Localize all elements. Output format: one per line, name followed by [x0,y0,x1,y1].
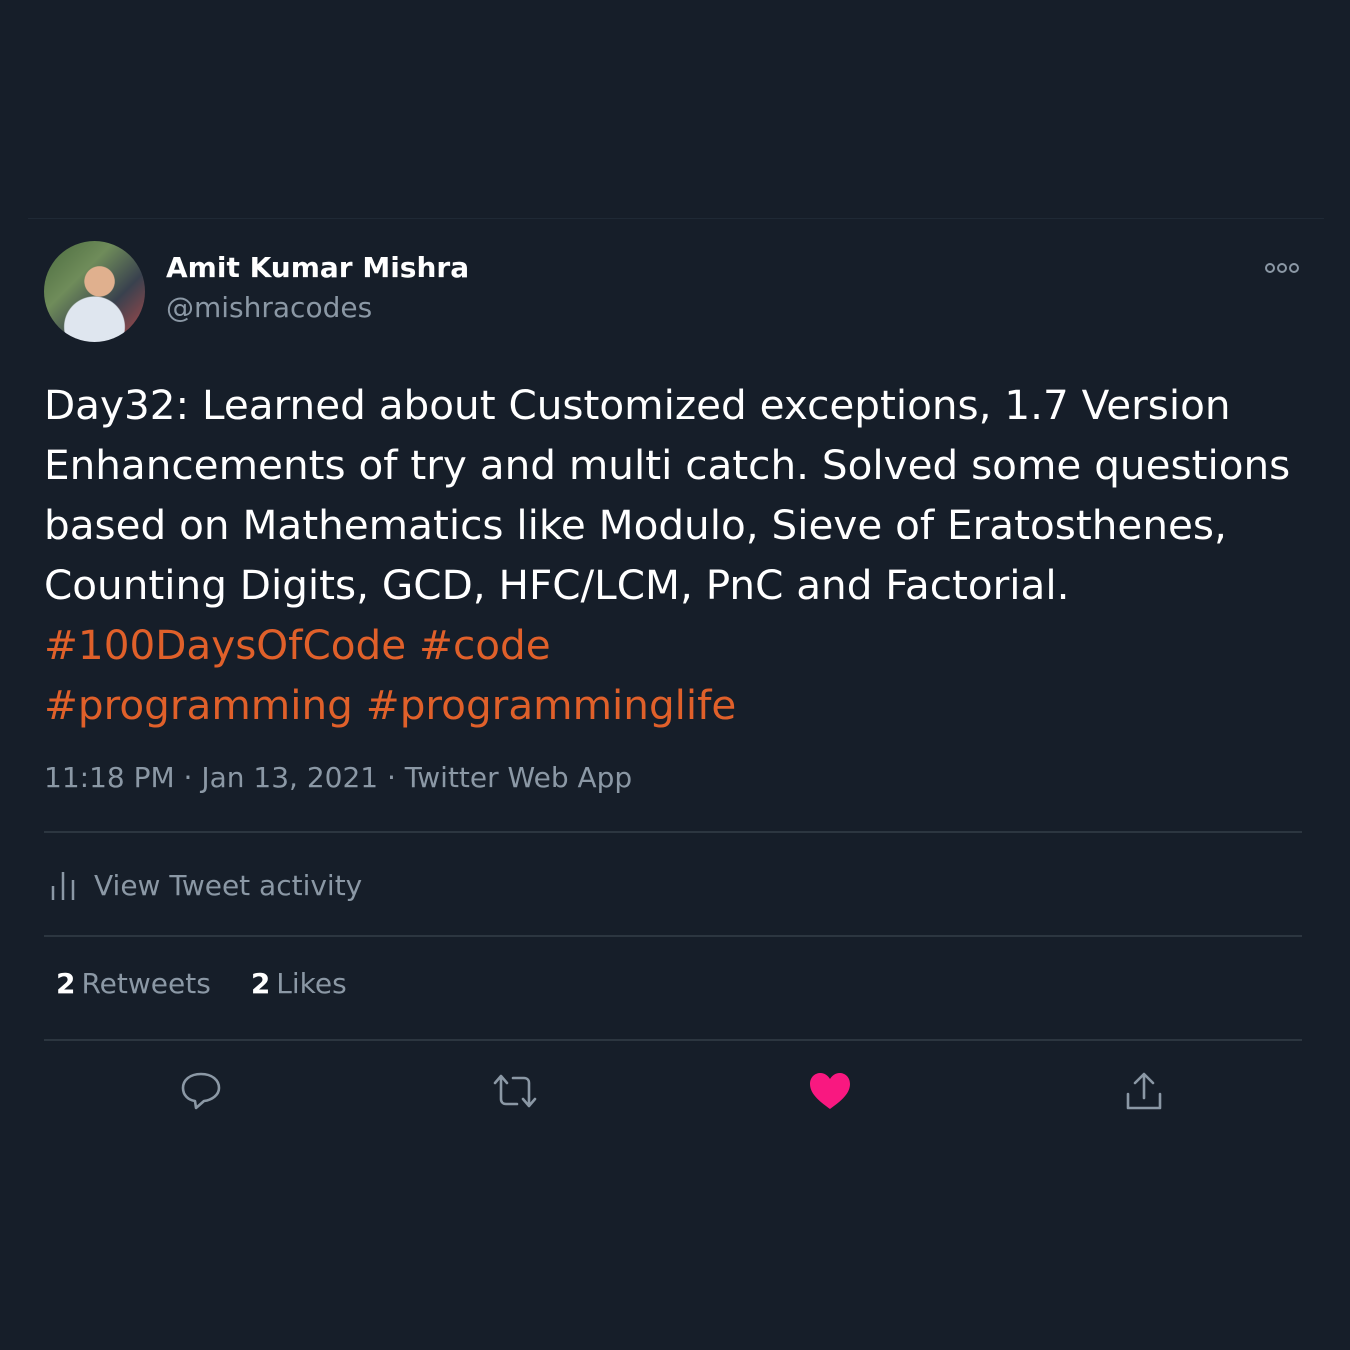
retweets-count: 2 [56,967,76,1000]
likes-label: Likes [276,967,347,1000]
hashtag-line: #100DaysOfCode #code [44,615,1304,675]
retweets-stat[interactable]: 2 Retweets [56,967,211,1000]
retweets-label: Retweets [81,967,211,1000]
hashtag-programming[interactable]: #programming [44,681,353,729]
hashtag-line: #programming #programminglife [44,675,1304,735]
hashtag-programminglife[interactable]: #programminglife [366,681,737,729]
tweet-text-line: Counting Digits, GCD, HFC/LCM, PnC and F… [44,561,1070,609]
divider [44,831,1302,833]
like-button[interactable] [806,1067,854,1115]
share-upload-icon [1126,1072,1162,1110]
tweet-source[interactable]: Twitter Web App [405,761,632,794]
share-button[interactable] [1120,1067,1168,1115]
avatar[interactable] [44,241,145,342]
view-tweet-activity-label: View Tweet activity [94,868,363,902]
hashtag-code[interactable]: #code [419,621,551,669]
tweet-text-line: Day32: Learned about Customized exceptio… [44,381,1231,429]
reply-button[interactable] [177,1067,225,1115]
meta-separator: · [378,761,405,794]
hashtag-100daysofcode[interactable]: #100DaysOfCode [44,621,406,669]
divider [44,935,1302,937]
tweet-text: Day32: Learned about Customized exceptio… [44,375,1304,735]
tweet-stats: 2 Retweets 2 Likes [56,967,387,1000]
author-name[interactable]: Amit Kumar Mishra [166,251,469,284]
bar-chart-icon [51,872,75,900]
view-tweet-activity-link[interactable]: View Tweet activity [50,863,362,907]
speech-bubble-icon [181,1072,221,1110]
retweet-arrows-icon [493,1074,537,1108]
more-options-button[interactable] [1264,259,1300,277]
more-icon [1265,263,1299,273]
tweet-text-line: Enhancements of try and multi catch. Sol… [44,441,1291,489]
meta-separator: · [174,761,202,794]
author-handle[interactable]: @mishracodes [166,291,372,324]
likes-count: 2 [250,967,271,1000]
likes-stat[interactable]: 2 Likes [251,967,347,1000]
retweet-button[interactable] [491,1067,539,1115]
tweet-time[interactable]: 11:18 PM [44,761,175,794]
tweet-meta: 11:18 PM · Jan 13, 2021 · Twitter Web Ap… [44,761,632,794]
divider [44,1039,1302,1041]
tweet-date[interactable]: Jan 13, 2021 [201,761,378,794]
tweet-card: Amit Kumar Mishra @mishracodes Day32: Le… [28,218,1324,1138]
heart-icon [810,1073,850,1109]
tweet-text-line: based on Mathematics like Modulo, Sieve … [44,501,1227,549]
